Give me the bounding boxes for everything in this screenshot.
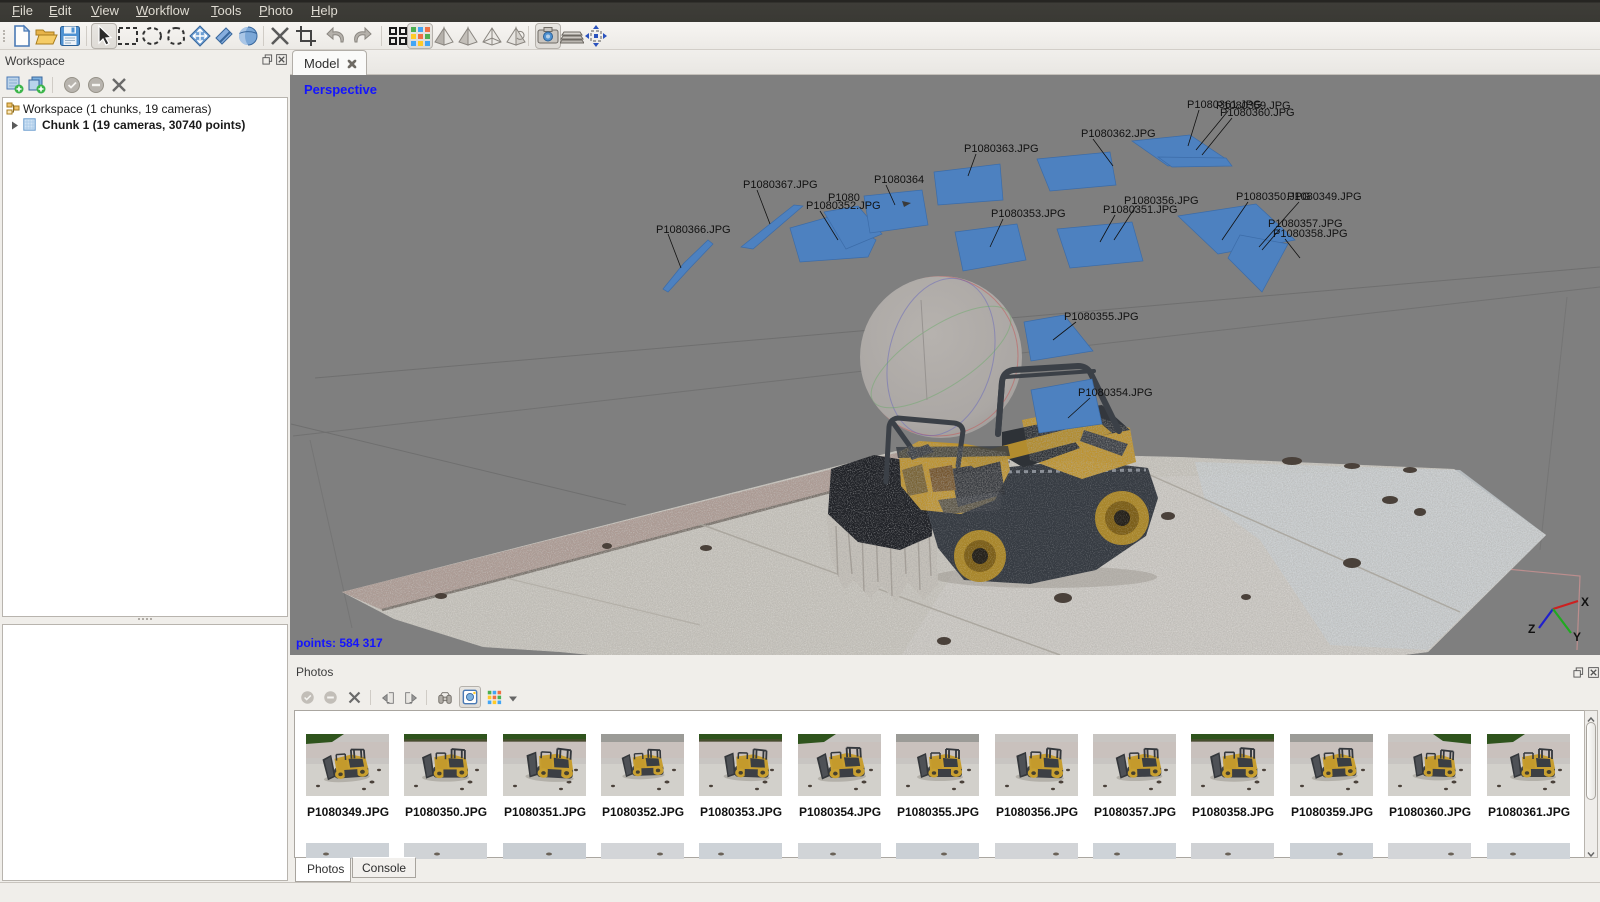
svg-text:P1080352.JPG: P1080352.JPG: [806, 200, 881, 212]
svg-text:P1080363.JPG: P1080363.JPG: [964, 143, 1039, 155]
svg-text:P1080366.JPG: P1080366.JPG: [656, 224, 731, 236]
svg-text:P1080364: P1080364: [874, 174, 924, 186]
svg-text:Y: Y: [1573, 630, 1581, 644]
svg-text:P1080349.JPG: P1080349.JPG: [1287, 191, 1362, 203]
svg-text:X: X: [1581, 595, 1589, 609]
svg-text:Z: Z: [1528, 622, 1535, 636]
svg-text:P1080356.JPG: P1080356.JPG: [1124, 195, 1199, 207]
svg-text:points: 584 317: points: 584 317: [296, 636, 383, 650]
svg-text:P1080354.JPG: P1080354.JPG: [1078, 387, 1153, 399]
svg-text:P1080353.JPG: P1080353.JPG: [991, 208, 1066, 220]
svg-text:P1080367.JPG: P1080367.JPG: [743, 179, 818, 191]
svg-text:P1080355.JPG: P1080355.JPG: [1064, 311, 1139, 323]
svg-text:P1080362.JPG: P1080362.JPG: [1081, 128, 1156, 140]
svg-text:P1080358.JPG: P1080358.JPG: [1273, 228, 1348, 240]
svg-text:Perspective: Perspective: [304, 82, 377, 97]
svg-text:P1080360.JPG: P1080360.JPG: [1220, 107, 1295, 119]
